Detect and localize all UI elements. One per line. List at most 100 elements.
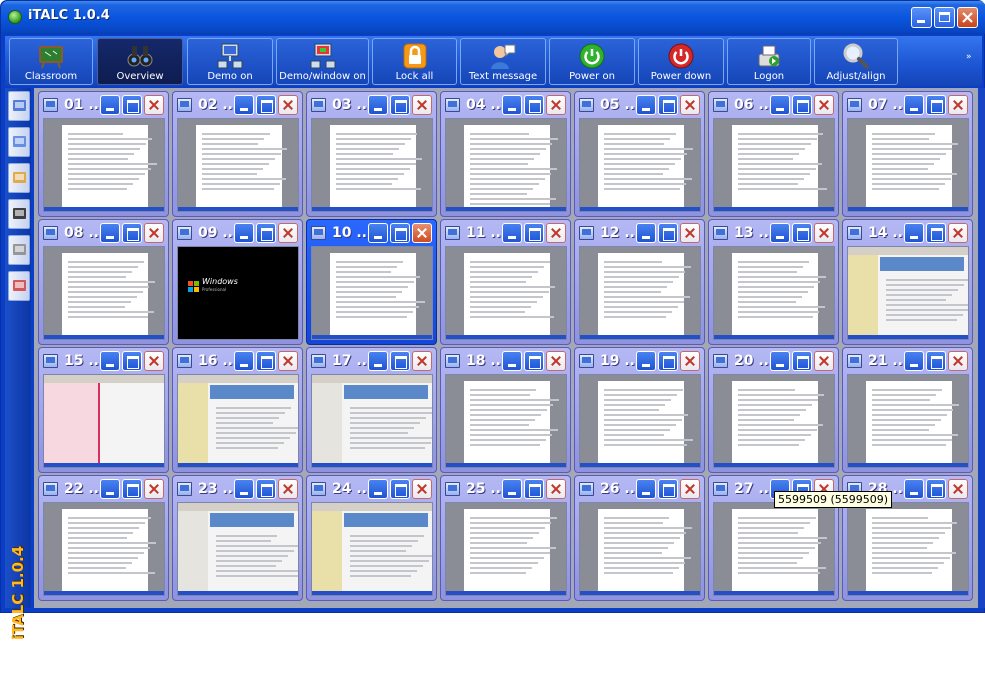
client-minimize-button[interactable] [234, 479, 254, 499]
client-minimize-button[interactable] [368, 223, 388, 243]
client-tile[interactable]: 11 ... [440, 219, 571, 345]
client-tile[interactable]: 22 ... [38, 475, 169, 601]
client-maximize-button[interactable] [256, 479, 276, 499]
client-close-button[interactable] [680, 479, 700, 499]
client-screenshot[interactable] [43, 246, 165, 340]
client-maximize-button[interactable] [122, 351, 142, 371]
client-screenshot[interactable] [579, 246, 701, 340]
client-tile[interactable]: 16 ... [172, 347, 303, 473]
client-close-button[interactable] [814, 95, 834, 115]
client-tile[interactable]: 04 ... [440, 91, 571, 217]
toolbar-classroom-button[interactable]: Classroom [9, 38, 93, 85]
client-maximize-button[interactable] [390, 223, 410, 243]
client-maximize-button[interactable] [390, 479, 410, 499]
client-close-button[interactable] [814, 223, 834, 243]
client-close-button[interactable] [144, 223, 164, 243]
client-maximize-button[interactable] [926, 351, 946, 371]
client-minimize-button[interactable] [636, 223, 656, 243]
client-tile[interactable]: 23 ... [172, 475, 303, 601]
sidebar-tools-button[interactable] [8, 235, 30, 265]
sidebar-docs-button[interactable] [8, 271, 30, 301]
client-close-button[interactable] [412, 479, 432, 499]
client-screenshot[interactable] [177, 118, 299, 212]
client-screenshot[interactable] [579, 374, 701, 468]
client-close-button[interactable] [680, 351, 700, 371]
client-maximize-button[interactable] [122, 95, 142, 115]
client-close-button[interactable] [948, 95, 968, 115]
client-screenshot[interactable] [847, 502, 969, 596]
client-maximize-button[interactable] [926, 479, 946, 499]
client-minimize-button[interactable] [368, 351, 388, 371]
client-screenshot[interactable] [43, 374, 165, 468]
client-tile[interactable]: 09 ... Windows Professional [172, 219, 303, 345]
client-maximize-button[interactable] [658, 95, 678, 115]
client-maximize-button[interactable] [122, 223, 142, 243]
client-minimize-button[interactable] [770, 223, 790, 243]
client-minimize-button[interactable] [904, 351, 924, 371]
client-minimize-button[interactable] [636, 479, 656, 499]
client-minimize-button[interactable] [100, 223, 120, 243]
client-tile[interactable]: 02 ... [172, 91, 303, 217]
client-maximize-button[interactable] [524, 351, 544, 371]
client-screenshot[interactable] [847, 374, 969, 468]
client-maximize-button[interactable] [792, 351, 812, 371]
client-screenshot[interactable] [445, 246, 567, 340]
client-tile[interactable]: 01 ... [38, 91, 169, 217]
client-screenshot[interactable] [177, 374, 299, 468]
client-maximize-button[interactable] [256, 223, 276, 243]
client-screenshot[interactable]: Windows Professional [177, 246, 299, 340]
client-screenshot[interactable] [311, 118, 433, 212]
client-close-button[interactable] [680, 95, 700, 115]
client-close-button[interactable] [278, 95, 298, 115]
client-minimize-button[interactable] [904, 479, 924, 499]
client-screenshot[interactable] [713, 374, 835, 468]
client-maximize-button[interactable] [390, 351, 410, 371]
client-maximize-button[interactable] [524, 479, 544, 499]
client-minimize-button[interactable] [368, 95, 388, 115]
client-tile[interactable]: 13 ... [708, 219, 839, 345]
toolbar-overview-button[interactable]: Overview [97, 38, 183, 85]
client-screenshot[interactable] [579, 118, 701, 212]
client-minimize-button[interactable] [502, 95, 522, 115]
client-screenshot[interactable] [43, 502, 165, 596]
client-minimize-button[interactable] [636, 351, 656, 371]
client-maximize-button[interactable] [792, 223, 812, 243]
client-tile[interactable]: 15 ... [38, 347, 169, 473]
client-minimize-button[interactable] [770, 95, 790, 115]
sidebar-screen-button[interactable] [8, 127, 30, 157]
client-maximize-button[interactable] [256, 95, 276, 115]
client-close-button[interactable] [278, 479, 298, 499]
client-close-button[interactable] [680, 223, 700, 243]
close-button[interactable] [957, 7, 978, 28]
client-screenshot[interactable] [43, 118, 165, 212]
client-screenshot[interactable] [311, 502, 433, 596]
client-close-button[interactable] [412, 223, 432, 243]
toolbar-power-on-button[interactable]: Power on [549, 38, 635, 85]
title-bar[interactable]: iTALC 1.0.4 [1, 1, 985, 34]
client-maximize-button[interactable] [524, 95, 544, 115]
client-screenshot[interactable] [445, 374, 567, 468]
client-screenshot[interactable] [713, 118, 835, 212]
client-maximize-button[interactable] [256, 351, 276, 371]
client-screenshot[interactable] [445, 502, 567, 596]
client-close-button[interactable] [144, 351, 164, 371]
client-close-button[interactable] [546, 351, 566, 371]
client-close-button[interactable] [412, 351, 432, 371]
client-maximize-button[interactable] [658, 479, 678, 499]
client-tile[interactable]: 25 ... [440, 475, 571, 601]
minimize-button[interactable] [911, 7, 932, 28]
client-close-button[interactable] [948, 223, 968, 243]
client-maximize-button[interactable] [658, 351, 678, 371]
client-tile[interactable]: 17 ... [306, 347, 437, 473]
client-tile[interactable]: 18 ... [440, 347, 571, 473]
client-tile[interactable]: 24 ... [306, 475, 437, 601]
client-close-button[interactable] [144, 479, 164, 499]
client-screenshot[interactable] [311, 374, 433, 468]
client-screenshot[interactable] [713, 502, 835, 596]
client-screenshot[interactable] [713, 246, 835, 340]
client-minimize-button[interactable] [770, 351, 790, 371]
client-close-button[interactable] [144, 95, 164, 115]
client-screenshot[interactable] [311, 246, 433, 340]
client-tile[interactable]: 03 ... [306, 91, 437, 217]
toolbar-demo-on-button[interactable]: Demo on [187, 38, 273, 85]
